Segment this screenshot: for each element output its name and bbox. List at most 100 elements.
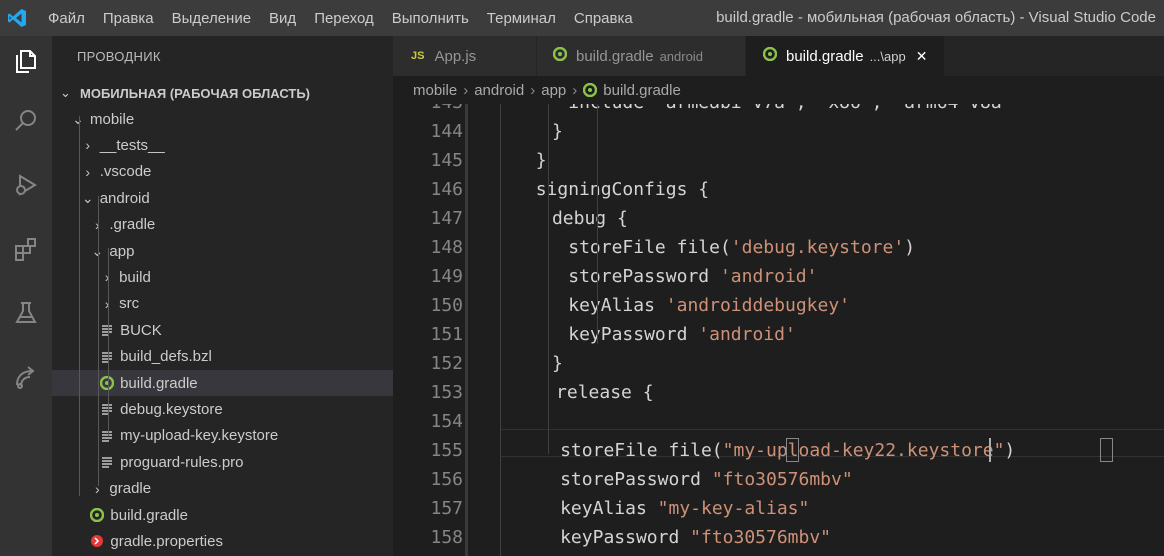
tree-file[interactable]: build.gradle [52,370,393,396]
close-icon[interactable]: ✕ [916,48,928,65]
chevron-right-icon: › [85,137,91,154]
code-token: ) [904,237,916,258]
tree-item-label: gradle.properties [110,532,223,550]
tree-item-label: mobile [90,110,135,128]
line-number: 144 [430,121,463,142]
chevron-down-icon: ⌄ [60,85,71,100]
code-line: storeFile file('debug.keystore') [568,233,915,262]
code-line: signingConfigs { [536,175,709,204]
tree-folder[interactable]: › __tests__ [52,132,393,158]
line-number: 157 [430,498,463,519]
tree-folder[interactable]: ⌄app [52,238,393,264]
line-number: 146 [430,179,463,200]
indent-guide [597,104,598,344]
menu-item[interactable]: Терминал [487,10,556,27]
tree-file[interactable]: debug.keystore [52,396,393,422]
file-lines-icon [99,454,115,470]
workspace-header[interactable]: ⌄ МОБИЛЬНАЯ (РАБОЧАЯ ОБЛАСТЬ) [52,80,393,106]
code-token: storeFile file( [560,440,723,461]
indent-guide [548,104,549,454]
testing-icon[interactable] [8,295,44,331]
tree-file[interactable]: gradle.properties [52,528,393,554]
string-literal: "fto30576mbv" [690,527,832,548]
tree-file[interactable]: BUCK [52,317,393,343]
code-line: storePassword "fto30576mbv" [560,465,853,494]
line-number: 153 [430,382,463,403]
code-token: signingConfigs { [535,179,710,200]
tree-indent-guide [79,116,80,496]
explorer-icon[interactable] [8,43,44,79]
tab-build-gradle-android[interactable]: build.gradle android [537,36,746,76]
code-line: } [552,117,563,146]
tree-folder[interactable]: › gradle [52,476,393,502]
menu-item[interactable]: Правка [103,10,154,27]
line-number: 158 [430,527,463,548]
bracket-match-highlight [786,438,799,462]
search-icon[interactable] [8,103,44,139]
code-line: } [536,146,547,175]
menu-item[interactable]: Файл [48,10,85,27]
code-token: storeFile file( [568,237,731,258]
gutter-separator [465,104,468,556]
menu-item[interactable]: Выделение [172,10,251,27]
sidebar-title: ПРОВОДНИК [77,49,161,64]
tree-file[interactable]: build_defs.bzl [52,344,393,370]
breadcrumb-item[interactable]: android [474,82,524,99]
breadcrumb-item[interactable]: app [541,82,566,99]
menu-item[interactable]: Справка [574,10,633,27]
chevron-down-icon: ⌄ [81,189,94,206]
code-token: keyAlias [560,498,658,519]
string-literal: 'android' [698,324,796,345]
tree-folder[interactable]: › .vscode [52,159,393,185]
menu-item[interactable]: Вид [269,10,296,27]
tree-file[interactable]: proguard-rules.pro [52,449,393,475]
tree-folder[interactable]: ›src [52,291,393,317]
chevron-right-icon: › [530,81,536,99]
run-debug-icon[interactable] [8,167,44,203]
gradle-file-icon [762,46,778,65]
tab-app-js[interactable]: JS App.js [393,36,537,76]
tree-file[interactable]: build.gradle [52,502,393,528]
line-number: 148 [430,237,463,258]
tree-item-label: my-upload-key.keystore [120,427,279,445]
tree-item-label: build.gradle [110,506,188,524]
line-number: 150 [430,295,463,316]
activity-bar [0,36,52,556]
code-token: storePassword [568,266,720,287]
properties-file-icon [89,533,105,549]
menu-item[interactable]: Переход [314,10,374,27]
remote-explorer-icon[interactable] [8,359,44,395]
tree-folder[interactable]: ⌄ mobile [52,106,393,132]
tree-folder[interactable]: ⌄ android [52,185,393,211]
tree-item-label: build_defs.bzl [120,348,212,366]
bracket-match-highlight [1100,438,1113,462]
breadcrumb: mobile › android › app › build.gradle [393,76,1164,104]
tree-item-label: .vscode [99,163,152,181]
breadcrumb-item[interactable]: mobile [413,82,457,99]
menu-bar: Файл Правка Выделение Вид Переход Выполнить Те… [48,10,651,27]
tree-item-label: __tests__ [99,136,165,154]
tree-folder[interactable]: ›build [52,264,393,290]
code-token: keyPassword [568,324,699,345]
string-literal: 'androiddebugkey' [665,295,851,316]
breadcrumb-item[interactable]: build.gradle [603,82,681,99]
tab-bar: JS App.js build.gradle android build.gra… [393,36,1164,76]
tree-file[interactable]: my-upload-key.keystore [52,423,393,449]
line-number: 151 [430,324,463,345]
code-token: debug { [551,208,628,229]
code-line: keyAlias "my-key-alias" [560,494,809,523]
tree-indent-guide [108,248,109,436]
string-literal: "my-upload-key22.keystore" [722,440,1005,461]
tree-item-label: debug.keystore [120,400,223,418]
line-number: 149 [430,266,463,287]
tree-folder[interactable]: ›.gradle [52,212,393,238]
string-literal: 'debug.keystore' [730,237,905,258]
chevron-right-icon: › [463,81,469,99]
menu-item[interactable]: Выполнить [392,10,469,27]
tab-build-gradle-app[interactable]: build.gradle ...\app ✕ [746,36,945,76]
code-editor[interactable]: 143 include "armeabi-v7a", "x86", "arm64-… [393,104,1164,556]
code-token: } [551,121,563,142]
extensions-icon[interactable] [8,231,44,267]
chevron-right-icon: › [572,81,578,99]
tree-item-label: gradle [109,480,152,498]
